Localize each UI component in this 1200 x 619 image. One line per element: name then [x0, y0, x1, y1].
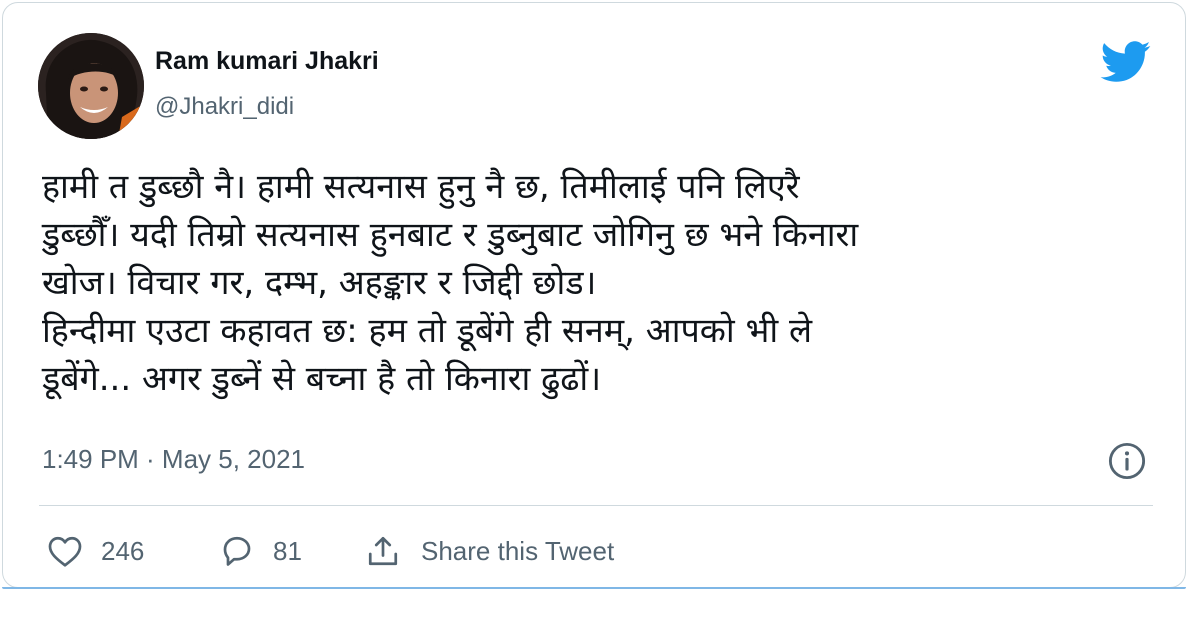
share-button[interactable]: Share this Tweet	[363, 531, 614, 571]
avatar-image	[38, 33, 144, 139]
tweet-line: हामी त डुब्छौ नै। हामी सत्यनास हुनु नै छ…	[42, 167, 800, 207]
divider	[39, 505, 1153, 506]
share-icon	[368, 536, 398, 566]
like-button[interactable]: 246	[47, 531, 144, 571]
reply-count: 81	[273, 535, 302, 566]
like-count: 246	[101, 535, 145, 566]
author-handle[interactable]: @Jhakri_didi	[155, 93, 294, 121]
reply-icon	[223, 536, 251, 566]
tweet-timestamp[interactable]: 1:49 PM · May 5, 2021	[42, 444, 305, 475]
tweet-text: हामी त डुब्छौ नै। हामी सत्यनास हुनु नै छ…	[42, 163, 1162, 403]
author-name[interactable]: Ram kumari Jhakri	[155, 47, 379, 76]
tweet-line: हिन्दीमा एउटा कहावत छ: हम तो डूबेंगे ही …	[42, 311, 813, 351]
tweet-line: डुब्छौँ। यदी तिम्रो सत्यनास हुनबाट र डुब…	[42, 215, 859, 255]
share-label: Share this Tweet	[421, 535, 615, 566]
tweet-card: Ram kumari Jhakri @Jhakri_didi हामी त डु…	[2, 2, 1186, 589]
tweet-line: डूबेंगे... अगर डुब्नें से बच्ना है तो कि…	[42, 359, 602, 399]
reply-button[interactable]: 81	[219, 531, 302, 571]
tweet-line: खोज। विचार गर, दम्भ, अहङ्कार र जिद्दी छो…	[42, 263, 597, 303]
info-icon[interactable]	[1108, 442, 1146, 480]
avatar[interactable]	[38, 33, 144, 139]
twitter-bird-icon[interactable]	[1100, 41, 1152, 83]
heart-icon	[48, 536, 82, 567]
